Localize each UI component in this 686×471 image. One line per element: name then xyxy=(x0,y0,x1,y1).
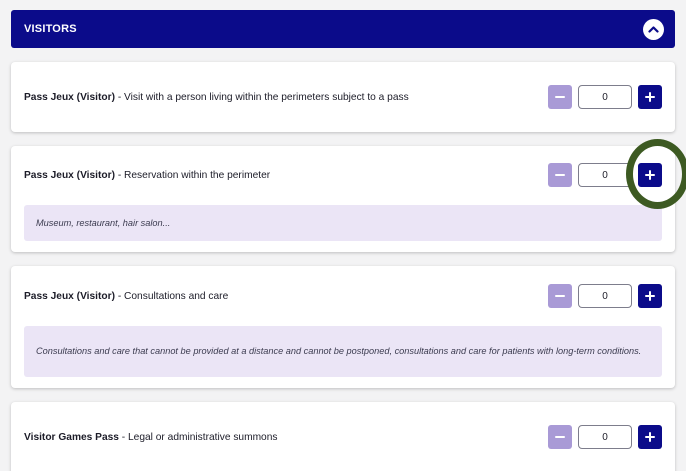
quantity-stepper xyxy=(548,284,662,308)
quantity-input[interactable] xyxy=(578,85,632,109)
ticket-label-prefix: Visitor Games Pass xyxy=(24,431,119,443)
visitors-section-header[interactable]: VISITORS xyxy=(11,10,675,48)
ticket-label-rest: - Legal or administrative summons xyxy=(118,431,278,443)
increment-button[interactable] xyxy=(638,425,662,449)
ticket-label-rest: - Reservation within the perimeter xyxy=(114,169,271,181)
ticket-label-rest: - Consultations and care xyxy=(114,290,229,302)
ticket-label: Pass Jeux (Visitor) - Visit with a perso… xyxy=(24,92,409,103)
decrement-button[interactable] xyxy=(548,85,572,109)
section-title: VISITORS xyxy=(24,23,77,35)
quantity-input[interactable] xyxy=(578,284,632,308)
minus-icon xyxy=(555,174,565,176)
quantity-stepper xyxy=(548,85,662,109)
increment-button[interactable] xyxy=(638,284,662,308)
ticket-label-rest: - Visit with a person living within the … xyxy=(114,91,409,103)
plus-icon xyxy=(645,291,655,301)
plus-icon xyxy=(645,170,655,180)
decrement-button[interactable] xyxy=(548,163,572,187)
ticket-label-prefix: Pass Jeux (Visitor) xyxy=(24,169,115,181)
quantity-stepper xyxy=(548,163,662,187)
ticket-card: Pass Jeux (Visitor) - Reservation within… xyxy=(11,146,675,252)
quantity-stepper xyxy=(548,425,662,449)
ticket-label: Pass Jeux (Visitor) - Consultations and … xyxy=(24,291,228,302)
ticket-card: Visitor Games Pass - Legal or administra… xyxy=(11,402,675,471)
ticket-card: Pass Jeux (Visitor) - Visit with a perso… xyxy=(11,62,675,132)
quantity-input[interactable] xyxy=(578,425,632,449)
ticket-note: Consultations and care that cannot be pr… xyxy=(24,326,662,377)
collapse-button[interactable] xyxy=(643,18,664,40)
ticket-card: Pass Jeux (Visitor) - Consultations and … xyxy=(11,266,675,388)
decrement-button[interactable] xyxy=(548,284,572,308)
minus-icon xyxy=(555,96,565,98)
minus-icon xyxy=(555,295,565,297)
plus-icon xyxy=(645,92,655,102)
ticket-label: Pass Jeux (Visitor) - Reservation within… xyxy=(24,170,270,181)
minus-icon xyxy=(555,436,565,438)
chevron-up-icon xyxy=(648,26,659,33)
plus-icon xyxy=(645,432,655,442)
ticket-label-prefix: Pass Jeux (Visitor) xyxy=(24,91,115,103)
increment-button[interactable] xyxy=(638,163,662,187)
quantity-input[interactable] xyxy=(578,163,632,187)
ticket-label: Visitor Games Pass - Legal or administra… xyxy=(24,432,278,443)
decrement-button[interactable] xyxy=(548,425,572,449)
increment-button[interactable] xyxy=(638,85,662,109)
ticket-label-prefix: Pass Jeux (Visitor) xyxy=(24,290,115,302)
ticket-note: Museum, restaurant, hair salon... xyxy=(24,205,662,241)
visitors-page: VISITORS Pass Jeux (Visitor) - Visit wit… xyxy=(0,0,686,471)
